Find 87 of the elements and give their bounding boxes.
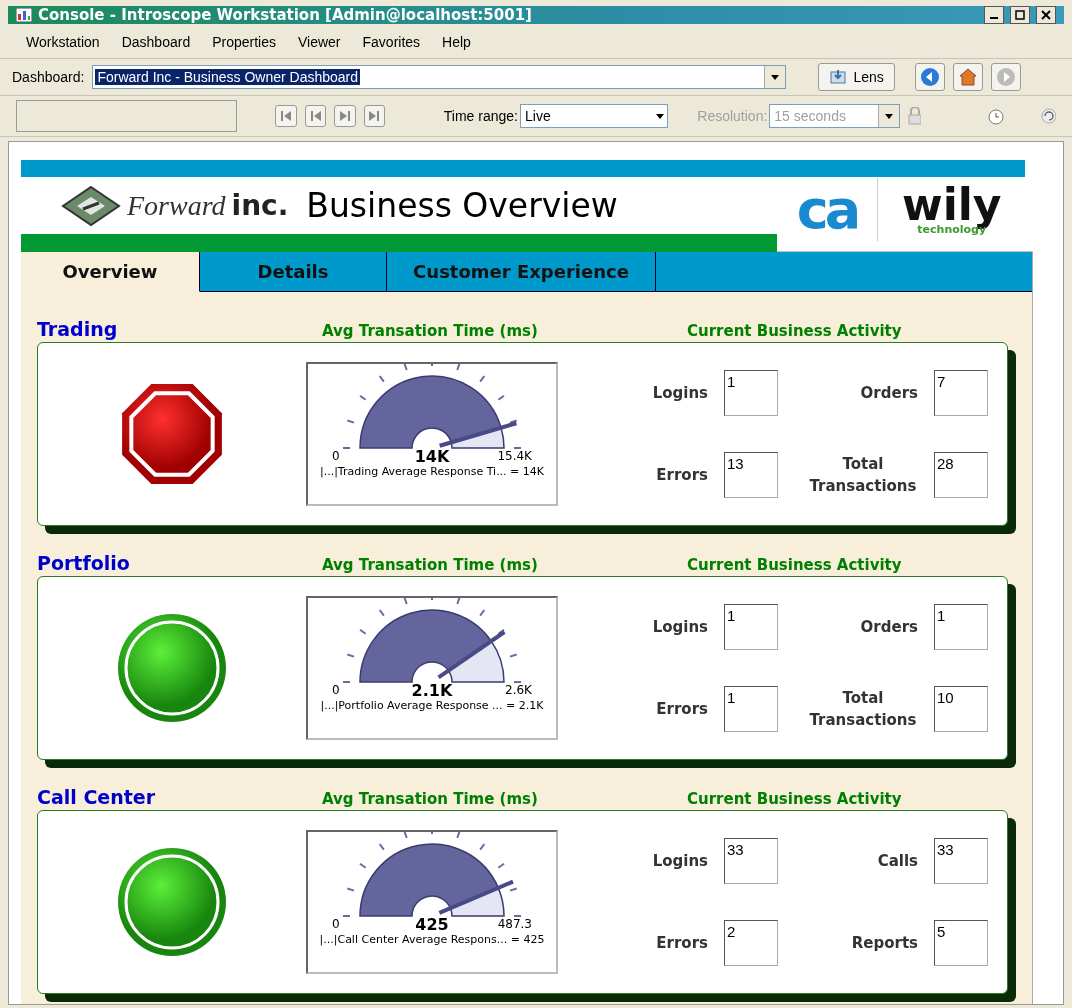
brand-name: Forward [127, 189, 226, 222]
gauge-title: Avg Transation Time (ms) [321, 322, 538, 340]
close-button[interactable] [1036, 6, 1056, 24]
menu-item[interactable]: Properties [212, 34, 276, 50]
section-title: Call Center [37, 786, 157, 808]
metric-field[interactable]: 13 [724, 452, 778, 498]
metric-label: Reports [851, 933, 918, 954]
gauge-title: Avg Transation Time (ms) [321, 790, 538, 808]
refresh-icon [1040, 108, 1057, 124]
metric-label: Errors [656, 465, 708, 486]
menu-item[interactable]: Workstation [26, 34, 100, 50]
metric-field[interactable]: 33 [724, 838, 778, 884]
previous-button[interactable] [304, 105, 327, 127]
page-title: Business Overview [306, 186, 618, 225]
gauge-title: Avg Transation Time (ms) [321, 556, 538, 574]
metric-field[interactable]: 1 [724, 686, 778, 732]
next-button[interactable] [334, 105, 356, 127]
last-icon [367, 110, 382, 122]
resolution-label: Resolution: [697, 108, 768, 124]
last-button[interactable] [363, 105, 386, 127]
metric-field[interactable]: 1 [934, 604, 988, 650]
forward-button[interactable] [990, 63, 1021, 91]
activity-title: Current Business Activity [686, 556, 902, 574]
gauge-caption: |...|Portfolio Average Response ... = 2.1K [320, 699, 544, 712]
menu-item[interactable]: Viewer [298, 34, 341, 50]
section-title: Portfolio [37, 552, 131, 574]
home-icon [957, 67, 978, 87]
gauge-min: 0 [332, 448, 341, 465]
brand-suffix: inc. [231, 189, 289, 222]
section-title: Trading [37, 318, 119, 340]
gauge-min: 0 [332, 916, 341, 933]
dashboard-dropdown[interactable]: Forward Inc - Business Owner Dashboard [92, 65, 787, 89]
metric-label: Errors [656, 699, 708, 720]
first-icon [279, 110, 294, 122]
maximize-button[interactable] [1010, 6, 1030, 24]
time-range-dropdown[interactable]: Live [520, 104, 668, 128]
gauge-value: 425 [414, 916, 450, 933]
metric-label: Logins [652, 851, 708, 872]
metric-field[interactable]: 7 [934, 370, 988, 416]
gauge-caption: |...|Call Center Average Respons... = 425 [319, 933, 545, 946]
window-title: Console - Introscope Workstation [Admin@localhost:5001] [38, 6, 533, 24]
clock-icon [985, 106, 1006, 126]
metric-label: Orders [860, 383, 918, 404]
menu-item[interactable]: Favorites [362, 34, 421, 50]
metric-field[interactable]: 1 [724, 604, 778, 650]
gauge-max: 15.4K [496, 448, 532, 465]
metric-label: Orders [860, 617, 918, 638]
close-icon [1041, 10, 1051, 20]
metric-label: Logins [652, 617, 708, 638]
ca-logo: ca [777, 178, 878, 241]
previous-icon [308, 110, 323, 122]
maximize-icon [1015, 10, 1025, 20]
gauge-value: 14K [413, 448, 451, 465]
minimize-icon [990, 17, 998, 19]
metric-field[interactable]: 5 [934, 920, 988, 966]
activity-title: Current Business Activity [686, 790, 902, 808]
metric-field[interactable]: 2 [724, 920, 778, 966]
tab[interactable]: Overview [21, 252, 200, 292]
back-button[interactable] [914, 63, 945, 91]
lens-button[interactable]: Lens [818, 63, 895, 91]
gauge-value: 2.1K [410, 682, 454, 699]
metric-label: Total Transactions [808, 454, 918, 497]
app-icon [16, 8, 32, 22]
first-button[interactable] [275, 105, 297, 127]
metric-label: Total Transactions [808, 688, 918, 731]
metric-label: Errors [656, 933, 708, 954]
gauge-max: 487.3 [496, 916, 532, 933]
metric-field[interactable]: 33 [934, 838, 988, 884]
gauge-caption: |...|Trading Average Response Ti... = 14K [319, 465, 545, 478]
minimize-button[interactable] [984, 6, 1004, 24]
gauge-max: 2.6K [504, 682, 532, 699]
activity-title: Current Business Activity [686, 322, 902, 340]
lock-icon [907, 107, 922, 125]
home-button[interactable] [952, 63, 983, 91]
dashboard-label: Dashboard: [12, 69, 85, 85]
menu-item[interactable]: Dashboard [121, 34, 191, 50]
menu-item[interactable]: Help [442, 34, 471, 50]
diamond-logo-icon [61, 184, 121, 227]
gauge-min: 0 [332, 682, 341, 699]
metric-field[interactable]: 1 [724, 370, 778, 416]
time-range-label: Time range: [443, 108, 518, 124]
metric-field[interactable]: 28 [934, 452, 988, 498]
next-icon [337, 110, 352, 122]
metric-label: Calls [877, 851, 918, 872]
metric-field[interactable]: 10 [934, 686, 988, 732]
lens-icon [829, 69, 848, 85]
metric-label: Logins [652, 383, 708, 404]
